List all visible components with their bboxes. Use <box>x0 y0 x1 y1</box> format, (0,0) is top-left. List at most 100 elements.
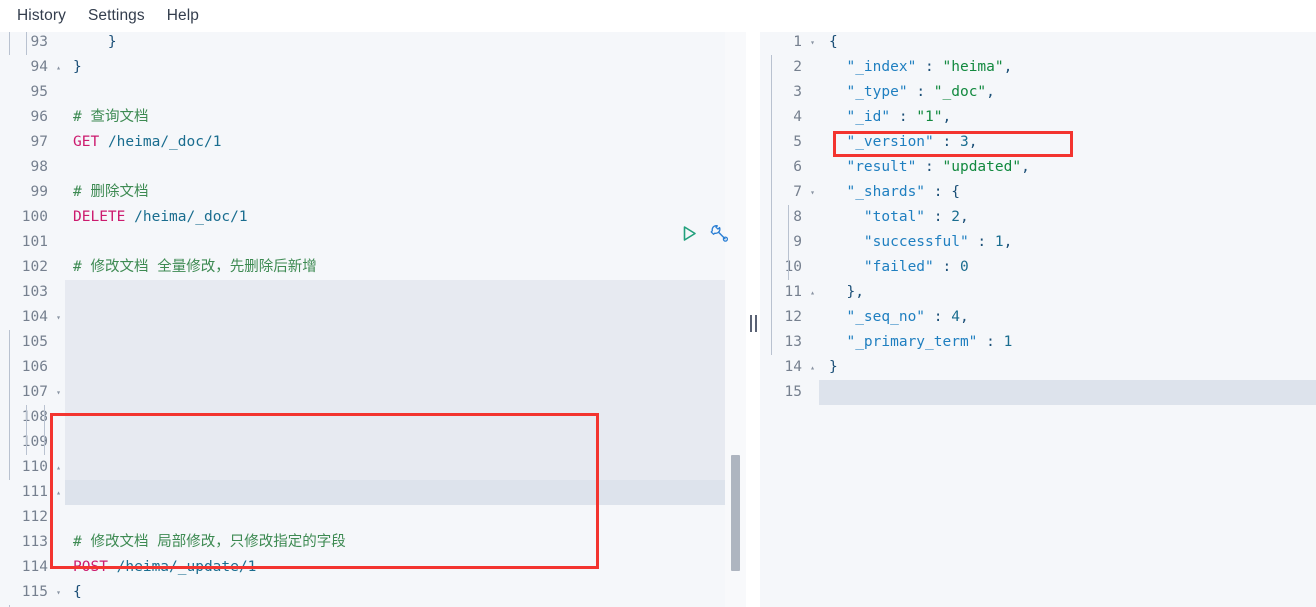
line-content[interactable]: } <box>9 30 746 55</box>
line-content[interactable]: "failed" : 0 <box>771 255 1316 280</box>
line-content[interactable]: DELETE /heima/_doc/1 <box>65 205 746 230</box>
line-number: 114 <box>21 559 48 575</box>
editor-line[interactable]: 10 "failed" : 0 <box>760 255 1316 280</box>
editor-line[interactable]: 1 ▾{ <box>760 30 1316 55</box>
request-editor-scrollbar-track[interactable] <box>725 30 746 607</box>
editor-line[interactable]: 93 } <box>0 30 746 55</box>
fold-toggle-icon[interactable]: ▾ <box>806 30 819 55</box>
line-content[interactable]: "_type" : "_doc", <box>771 80 1316 105</box>
request-editor[interactable]: 93 } 94 ▴} 95 96 # 查询文档 97 GET /heima/_doc/1 98 9… <box>0 30 746 607</box>
editor-line[interactable]: 112 <box>0 505 746 530</box>
menu-item-help[interactable]: Help <box>156 5 210 27</box>
wrench-icon[interactable] <box>709 223 729 243</box>
editor-line[interactable]: 109 "lastName": "赵" <box>0 430 746 455</box>
fold-toggle-icon[interactable]: ▾ <box>806 180 819 205</box>
editor-line[interactable]: 110 ▴ } <box>0 455 746 480</box>
request-editor-scrollbar-thumb[interactable] <box>731 455 740 571</box>
fold-toggle-icon[interactable]: ▴ <box>52 55 65 80</box>
line-content[interactable]: "info": "黑马程序员讲师", <box>9 330 746 355</box>
line-content[interactable]: "_id" : "1", <box>771 105 1316 130</box>
editor-line[interactable]: 113 # 修改文档 局部修改，只修改指定的字段 <box>0 530 746 555</box>
editor-line[interactable]: 103 PUT /heima/_doc/1 <box>0 280 746 305</box>
editor-line[interactable]: 4 "_id" : "1", <box>760 105 1316 130</box>
line-content[interactable]: # 删除文档 <box>65 180 746 205</box>
editor-line[interactable]: 99 # 删除文档 <box>0 180 746 205</box>
editor-line[interactable]: 105 "info": "黑马程序员讲师", <box>0 330 746 355</box>
fold-toggle-icon[interactable]: ▾ <box>52 380 65 405</box>
line-content[interactable]: "_primary_term" : 1 <box>771 330 1316 355</box>
editor-line[interactable]: 13 "_primary_term" : 1 <box>760 330 1316 355</box>
line-content[interactable]: { <box>819 30 1316 55</box>
line-content[interactable]: "total" : 2, <box>771 205 1316 230</box>
fold-toggle-icon[interactable]: ▴ <box>52 455 65 480</box>
line-content[interactable]: # 修改文档 局部修改，只修改指定的字段 <box>65 530 746 555</box>
editor-line[interactable]: 5 "_version" : 3, <box>760 130 1316 155</box>
line-content[interactable]: } <box>65 55 746 80</box>
line-content[interactable]: { <box>65 305 746 330</box>
line-content[interactable]: "_shards" : { <box>771 180 1316 205</box>
line-content[interactable]: GET /heima/_doc/1 <box>65 130 746 155</box>
line-content[interactable]: }, <box>771 280 1316 305</box>
editor-line[interactable]: 115 ▾{ <box>0 580 746 605</box>
request-pane[interactable]: 93 } 94 ▴} 95 96 # 查询文档 97 GET /heima/_doc/1 98 9… <box>0 30 746 607</box>
editor-line[interactable]: 97 GET /heima/_doc/1 <box>0 130 746 155</box>
response-editor[interactable]: 1 ▾{2 "_index" : "heima", 3 "_type" : "_do… <box>760 30 1316 607</box>
editor-line[interactable]: 96 # 查询文档 <box>0 105 746 130</box>
line-content[interactable]: "lastName": "赵" <box>9 430 746 455</box>
line-content[interactable]: "firstName": "云", <box>9 405 746 430</box>
grip-bar-icon <box>755 314 757 332</box>
line-number: 7 <box>793 184 802 200</box>
editor-line[interactable]: 15 <box>760 380 1316 405</box>
play-icon[interactable] <box>680 224 699 243</box>
fold-toggle-icon[interactable]: ▾ <box>52 305 65 330</box>
fold-toggle-icon[interactable]: ▴ <box>52 480 65 505</box>
pane-resize-handle[interactable] <box>748 313 759 333</box>
editor-line[interactable]: 12 "_seq_no" : 4, <box>760 305 1316 330</box>
fold-toggle-icon[interactable]: ▴ <box>806 280 819 305</box>
line-number: 12 <box>784 309 802 325</box>
line-content[interactable]: # 修改文档 全量修改，先删除后新增 <box>65 255 746 280</box>
editor-line[interactable]: 102 # 修改文档 全量修改，先删除后新增 <box>0 255 746 280</box>
line-content[interactable]: } <box>9 455 746 480</box>
editor-line[interactable]: 8 "total" : 2, <box>760 205 1316 230</box>
line-content[interactable] <box>819 380 1316 405</box>
editor-line[interactable]: 3 "_type" : "_doc", <box>760 80 1316 105</box>
response-pane[interactable]: 1 ▾{2 "_index" : "heima", 3 "_type" : "_do… <box>760 30 1316 607</box>
editor-line[interactable]: 6 "result" : "updated", <box>760 155 1316 180</box>
editor-line[interactable]: 11 ▴ }, <box>760 280 1316 305</box>
fold-toggle-icon[interactable]: ▾ <box>52 580 65 605</box>
line-content[interactable]: "successful" : 1, <box>771 230 1316 255</box>
editor-line[interactable]: 114 POST /heima/_update/1 <box>0 555 746 580</box>
editor-line[interactable]: 98 <box>0 155 746 180</box>
menu-item-history[interactable]: History <box>6 5 77 27</box>
line-content[interactable]: } <box>65 480 746 505</box>
editor-line[interactable]: 106 "email": "zy@itcast.cn", <box>0 355 746 380</box>
editor-line[interactable]: 2 "_index" : "heima", <box>760 55 1316 80</box>
menu-item-settings[interactable]: Settings <box>77 5 156 27</box>
line-content[interactable]: # 查询文档 <box>65 105 746 130</box>
editor-line[interactable]: 14 ▴} <box>760 355 1316 380</box>
line-content[interactable]: "_version" : 3, <box>771 130 1316 155</box>
line-content[interactable]: PUT /heima/_doc/1 <box>65 280 746 305</box>
line-content[interactable]: "name": { <box>9 380 746 405</box>
editor-line[interactable]: 104 ▾{ <box>0 305 746 330</box>
line-number: 4 <box>793 109 802 125</box>
fold-toggle-icon[interactable]: ▴ <box>806 355 819 380</box>
line-content[interactable]: "result" : "updated", <box>771 155 1316 180</box>
editor-line[interactable]: 101 <box>0 230 746 255</box>
editor-line[interactable]: 94 ▴} <box>0 55 746 80</box>
line-content[interactable]: "_seq_no" : 4, <box>771 305 1316 330</box>
editor-line[interactable]: 9 "successful" : 1, <box>760 230 1316 255</box>
editor-line[interactable]: 111 ▴} <box>0 480 746 505</box>
line-content[interactable]: POST /heima/_update/1 <box>65 555 746 580</box>
editor-line[interactable]: 100 DELETE /heima/_doc/1 <box>0 205 746 230</box>
line-number: 112 <box>21 509 48 525</box>
line-content[interactable]: { <box>65 580 746 605</box>
line-content[interactable]: "email": "zy@itcast.cn", <box>9 355 746 380</box>
editor-line[interactable]: 7 ▾ "_shards" : { <box>760 180 1316 205</box>
line-content[interactable]: "_index" : "heima", <box>771 55 1316 80</box>
editor-line[interactable]: 95 <box>0 80 746 105</box>
editor-line[interactable]: 108 "firstName": "云", <box>0 405 746 430</box>
editor-line[interactable]: 107 ▾ "name": { <box>0 380 746 405</box>
line-content[interactable]: } <box>819 355 1316 380</box>
